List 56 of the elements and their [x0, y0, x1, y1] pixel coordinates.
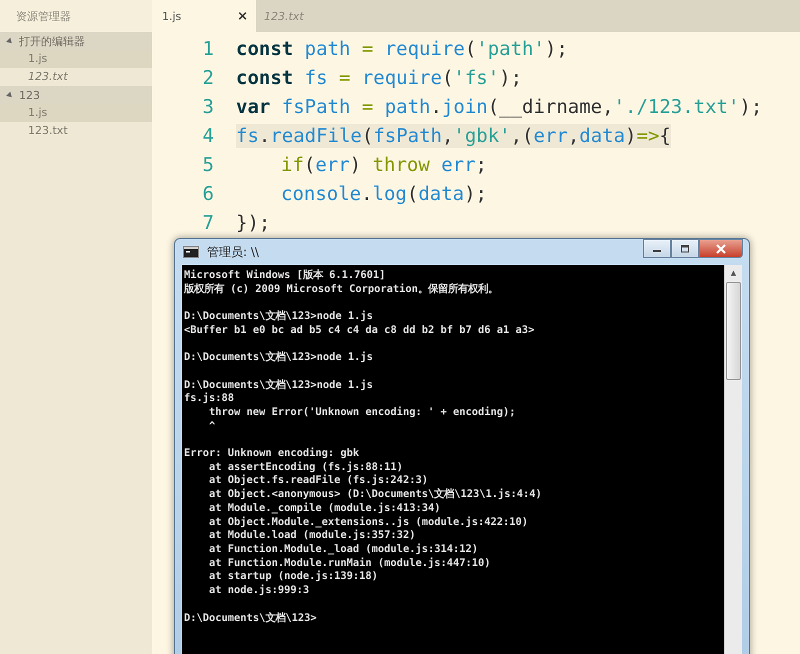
console-line: at Module._compile (module.js:413:34)	[208, 502, 442, 516]
window-title: 管理员: \\	[207, 244, 259, 260]
file-item[interactable]: 1.js	[0, 50, 152, 68]
scroll-thumb[interactable]	[726, 282, 741, 380]
close-icon[interactable]: ×	[237, 8, 248, 24]
line-number: 3	[202, 96, 214, 118]
code-line: const fs = require('fs');	[236, 66, 522, 90]
console-line: at startup (node.js:139:18)	[208, 570, 379, 584]
console-line: at Object.<anonymous> (D:\Documents\文档\123\1.js:4:4)	[208, 488, 543, 502]
maximize-button[interactable]	[671, 239, 699, 258]
maximize-icon	[680, 244, 690, 252]
code-line: const path = require('path');	[236, 36, 568, 60]
explorer-title: 资源管理器	[0, 0, 152, 32]
console-line: at Function.Module.runMain (module.js:447:10)	[208, 556, 492, 570]
tab-label: 123.txt	[264, 10, 304, 22]
line-number: 6	[202, 182, 214, 204]
code-line: console.log(data);	[281, 182, 487, 206]
console-icon	[183, 246, 199, 258]
console-line: ^	[208, 420, 216, 434]
file-item[interactable]: 123.txt	[0, 122, 152, 140]
tab-label: 1.js	[162, 10, 182, 22]
folder-label: 打开的编辑器	[19, 34, 85, 48]
console-line: <Buffer b1 e0 bc ad b5 c4 c4 da c8 dd b2 bf b7 d6 a1 a3>	[184, 324, 536, 338]
line-number: 5	[202, 154, 214, 176]
close-icon	[715, 244, 727, 254]
code-line: });	[236, 210, 270, 234]
console-line: at node.js:999:3	[208, 584, 310, 598]
console-line: at assertEncoding (fs.js:88:11)	[208, 460, 404, 474]
close-button[interactable]	[699, 239, 743, 258]
console-line: D:\Documents\文档\123>node 1.js	[184, 378, 374, 392]
folder-header[interactable]: 123	[0, 86, 152, 104]
line-number: 1	[202, 38, 214, 60]
file-item[interactable]: 1.js	[0, 104, 152, 122]
folder-header[interactable]: 打开的编辑器	[0, 32, 152, 50]
code-line: var fsPath = path.join(__dirname,'./123.txt');	[236, 94, 762, 118]
editor-tab[interactable]: 123.txt	[256, 0, 356, 32]
editor-tab[interactable]: 1.js ×	[152, 0, 256, 32]
line-number: 2	[202, 66, 214, 88]
console-line: at Object.fs.readFile (fs.js:242:3)	[208, 474, 429, 488]
line-number: 4	[202, 124, 214, 146]
console-line: at Function.Module._load (module.js:314:12)	[208, 543, 480, 557]
console-line: throw new Error('Unknown encoding: ' + encoding);	[208, 406, 517, 420]
folder-label: 123	[19, 88, 40, 102]
console-line: D:\Documents\文档\123>node 1.js	[184, 351, 374, 365]
console-line: fs.js:88	[184, 392, 236, 406]
code-line: if(err) throw err;	[281, 152, 487, 176]
console-line: at Object.Module._extensions..js (module.js:422:10)	[208, 516, 530, 530]
console-line: 版权所有 (c) 2009 Microsoft Corporation。保留所有权利。	[184, 282, 499, 296]
file-item[interactable]: 123.txt	[0, 68, 152, 86]
line-number: 7	[202, 212, 214, 234]
console-line: Error: Unknown encoding: gbk	[184, 447, 360, 461]
console-line: at Module.load (module.js:357:32)	[208, 529, 416, 543]
console-line: Microsoft Windows [版本 6.1.7601]	[184, 269, 386, 283]
console-line: D:\Documents\文档\123>	[184, 612, 318, 626]
console-line: D:\Documents\文档\123>node 1.js	[184, 310, 374, 324]
minimize-button[interactable]	[643, 239, 671, 258]
